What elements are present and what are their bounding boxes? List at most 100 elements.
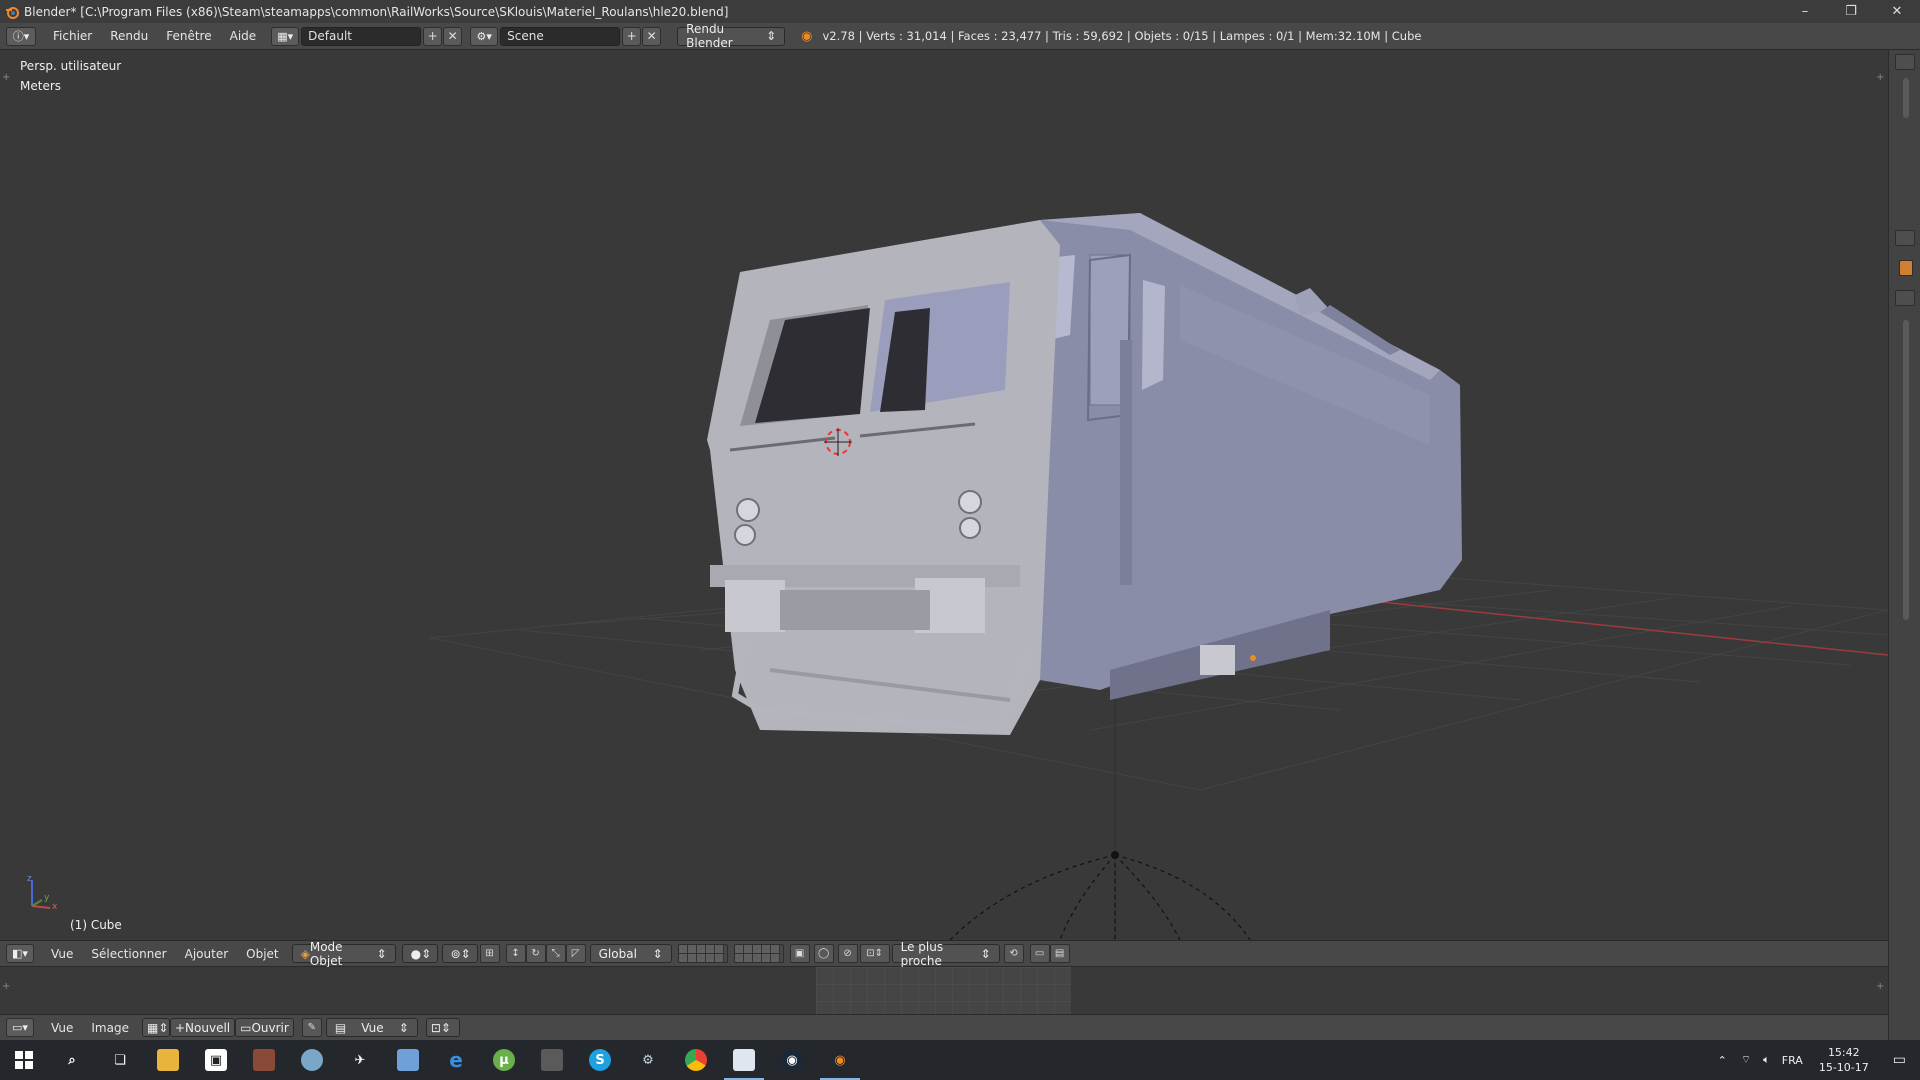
- pin-icon[interactable]: [1899, 260, 1913, 276]
- menu-fichier[interactable]: Fichier: [44, 29, 101, 43]
- clock[interactable]: 15:42 15-10-17: [1809, 1045, 1879, 1075]
- editor-type-3dview-icon[interactable]: ◧▾: [6, 944, 34, 963]
- pivot-select[interactable]: ⊚⇕: [441, 944, 478, 963]
- view-mode-icon: ▤: [334, 1020, 347, 1035]
- menu-aide[interactable]: Aide: [221, 29, 266, 43]
- app-button-3[interactable]: ✈: [336, 1040, 384, 1080]
- scale-icon[interactable]: ⤡: [545, 944, 566, 963]
- mode-select[interactable]: ◈ Mode Objet ⇕: [291, 940, 396, 968]
- proportional-edit-icon[interactable]: ◯: [813, 944, 834, 963]
- image-tool-toggle-icon[interactable]: +: [2, 981, 10, 992]
- outliner-icon[interactable]: [1895, 54, 1915, 70]
- search-button[interactable]: ⌕: [48, 1040, 96, 1080]
- store-button[interactable]: ▣: [192, 1040, 240, 1080]
- steam-button[interactable]: ◉: [768, 1040, 816, 1080]
- blender-taskbar-button[interactable]: ◉: [816, 1040, 864, 1080]
- network-icon[interactable]: ⌔: [1735, 1053, 1757, 1067]
- scene-icon[interactable]: ⚙▾: [470, 26, 499, 46]
- app-photo-icon: [253, 1049, 275, 1071]
- volume-icon[interactable]: 🔈︎: [1757, 1053, 1776, 1067]
- app-button-6[interactable]: [720, 1040, 768, 1080]
- menu-objet[interactable]: Objet: [237, 947, 287, 961]
- tool-shelf-toggle-icon[interactable]: +: [2, 72, 10, 83]
- add-screen-icon[interactable]: +: [423, 26, 443, 46]
- pivot-image-select[interactable]: ⊡⇕: [425, 1018, 460, 1037]
- start-button[interactable]: [0, 1040, 48, 1080]
- layer-buttons-b[interactable]: [733, 944, 784, 963]
- orientation-select[interactable]: Global ⇕: [589, 944, 672, 963]
- render-animation-icon[interactable]: ▤: [1049, 944, 1070, 963]
- properties-icon[interactable]: [1895, 230, 1915, 246]
- align-rotation-icon[interactable]: ⟲: [1003, 944, 1024, 963]
- scene-field[interactable]: Scene: [500, 26, 621, 46]
- image-mode-select[interactable]: ▤ Vue ⇕: [325, 1018, 418, 1037]
- remove-screen-icon[interactable]: ✕: [443, 26, 463, 46]
- properties-scrollbar[interactable]: [1903, 320, 1909, 620]
- image-editor-header: ▭▾ Vue Image ▦⇕ + Nouvell ▭ Ouvrir ✎ ▤ Vue…: [0, 1014, 1888, 1040]
- scroll-up-icon[interactable]: [1895, 290, 1915, 306]
- manipulator-scale-icon[interactable]: ◸: [565, 944, 586, 963]
- solid-shading-icon: ●⇕: [410, 946, 432, 961]
- app-button-5[interactable]: [528, 1040, 576, 1080]
- menu-rendu[interactable]: Rendu: [101, 29, 157, 43]
- layer-buttons-a[interactable]: [677, 944, 728, 963]
- menu-selectionner[interactable]: Sélectionner: [82, 947, 175, 961]
- blender-version-icon: ◉: [801, 28, 813, 44]
- image-menu-image[interactable]: Image: [82, 1021, 138, 1035]
- skype-button[interactable]: S: [576, 1040, 624, 1080]
- edge-button[interactable]: e: [432, 1040, 480, 1080]
- editor-type-info-icon[interactable]: ⓘ▾: [6, 26, 36, 46]
- editor-type-image-icon[interactable]: ▭▾: [6, 1018, 34, 1037]
- menu-vue[interactable]: Vue: [42, 947, 82, 961]
- remove-scene-icon[interactable]: ✕: [642, 26, 662, 46]
- close-button[interactable]: ✕: [1874, 0, 1920, 23]
- task-view-button[interactable]: ❏: [96, 1040, 144, 1080]
- tray-expand-icon[interactable]: ⌃: [1710, 1054, 1735, 1067]
- lock-layers-icon[interactable]: ▣: [789, 944, 810, 963]
- menu-fenetre[interactable]: Fenêtre: [157, 29, 220, 43]
- notifications-icon[interactable]: ▭: [1879, 1052, 1920, 1068]
- menu-ajouter[interactable]: Ajouter: [176, 947, 238, 961]
- app-button-1[interactable]: [240, 1040, 288, 1080]
- folder-icon: [157, 1049, 179, 1071]
- outliner-scrollbar[interactable]: [1903, 78, 1909, 118]
- image-mode-arrows-icon: ⇕: [398, 1020, 409, 1035]
- language-indicator[interactable]: FRA: [1776, 1054, 1809, 1067]
- snap-target-select[interactable]: Le plus proche ⇕: [891, 940, 1000, 968]
- settings-button[interactable]: ⚙: [624, 1040, 672, 1080]
- screen-layout-icon[interactable]: ▦▾: [271, 26, 300, 46]
- open-image-button[interactable]: ▭ Ouvrir: [235, 1018, 294, 1037]
- utorrent-button[interactable]: µ: [480, 1040, 528, 1080]
- folder-icon: ▭: [240, 1020, 252, 1035]
- render-engine-select[interactable]: Rendu Blender ⇕: [677, 22, 786, 50]
- snap-arrows-icon: ⇕: [980, 946, 991, 961]
- add-scene-icon[interactable]: +: [622, 26, 642, 46]
- screen-layout-field[interactable]: Default: [301, 26, 422, 46]
- translate-icon[interactable]: ↕: [505, 944, 526, 963]
- image-properties-toggle-icon[interactable]: +: [1876, 981, 1884, 992]
- file-explorer-button[interactable]: [144, 1040, 192, 1080]
- manipulator-toggle-icon[interactable]: ⊞: [479, 944, 500, 963]
- snap-toggle-icon[interactable]: ⊘: [837, 944, 858, 963]
- chrome-button[interactable]: [672, 1040, 720, 1080]
- plus-icon: +: [174, 1020, 186, 1035]
- units-label: Meters: [20, 79, 62, 93]
- 3d-viewport[interactable]: Persp. utilisateur Meters (1) Cube z x y…: [0, 50, 1888, 940]
- properties-toggle-icon[interactable]: +: [1876, 72, 1884, 83]
- app-button-4[interactable]: [384, 1040, 432, 1080]
- minimize-button[interactable]: –: [1782, 0, 1828, 23]
- restore-button[interactable]: ❐: [1828, 0, 1874, 23]
- windows-start-icon: [15, 1051, 33, 1069]
- pin-image-icon[interactable]: ✎: [301, 1018, 322, 1037]
- rotate-icon[interactable]: ↻: [525, 944, 546, 963]
- snap-element-icon[interactable]: ⊡⇕: [859, 944, 890, 963]
- image-editor-area[interactable]: + +: [0, 967, 1888, 1014]
- new-image-button[interactable]: + Nouvell: [169, 1018, 236, 1037]
- app-button-2[interactable]: [288, 1040, 336, 1080]
- shading-select[interactable]: ●⇕: [401, 944, 438, 963]
- browse-image-button[interactable]: ▦⇕: [141, 1018, 170, 1037]
- mode-arrows-icon: ⇕: [376, 946, 387, 961]
- axis-y-label: y: [44, 893, 50, 903]
- render-opengl-icon[interactable]: ▭: [1029, 944, 1050, 963]
- image-menu-vue[interactable]: Vue: [42, 1021, 82, 1035]
